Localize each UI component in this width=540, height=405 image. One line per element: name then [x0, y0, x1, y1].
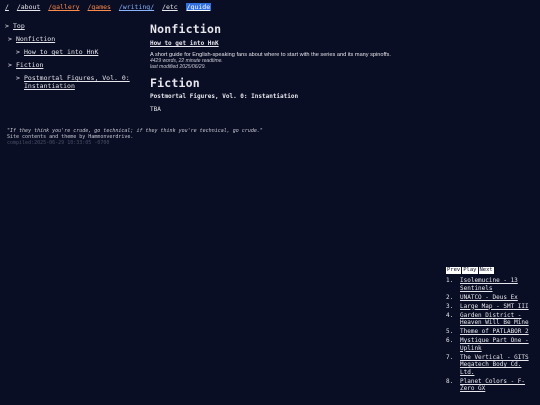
track-number: 6. [446, 337, 454, 344]
toc-item-fiction: > Fiction [8, 61, 145, 69]
track-number: 7. [446, 353, 454, 361]
track-number: 4. [446, 311, 454, 319]
nav-link-guide[interactable]: /guide [185, 3, 212, 11]
article-modified: last modified 2025/06/29. [150, 63, 206, 70]
track-number: 2. [446, 293, 454, 301]
toc-item-top: > Top [5, 22, 145, 30]
compile-timestamp: compiled:2025-06-29 10:33:05 -0700 [7, 140, 110, 146]
play-button[interactable]: Play [462, 267, 478, 274]
main-content: Nonfiction How to get into HnK A short g… [150, 22, 450, 114]
track-number: 8. [446, 377, 454, 385]
player-controls: Prev Play Next [446, 267, 538, 274]
nav-link-games[interactable]: /games [87, 3, 110, 11]
track-title[interactable]: UNATCO - Deus Ex [460, 294, 538, 302]
article-link-how-to[interactable]: How to get into HnK [150, 40, 450, 48]
toc-marker: > [16, 74, 20, 82]
track-number: 3. [446, 302, 454, 310]
nav-link-etc[interactable]: /etc [162, 3, 178, 11]
track-number: 1. [446, 277, 454, 284]
nav-link-writing[interactable]: /writing/ [119, 3, 154, 11]
fiction-title: Postmortal Figures, Vol. 0: Instantiatio… [150, 93, 299, 100]
prev-button[interactable]: Prev [446, 267, 462, 274]
track-title[interactable]: Large Map - SMT III [460, 303, 538, 311]
track-item[interactable]: 4. Garden District - Heaven Will Be Mine [446, 312, 538, 327]
track-title[interactable]: Theme of PATLABOR 2 [460, 328, 538, 336]
toc-marker: > [8, 35, 12, 43]
music-player: Prev Play Next 1. Isolemucine - 13 Senti… [446, 267, 538, 394]
fiction-heading: Fiction [150, 76, 200, 90]
track-list: 1. Isolemucine - 13 Sentinels 2. UNATCO … [446, 277, 538, 393]
next-button[interactable]: Next [478, 267, 494, 274]
track-title[interactable]: Isolemucine - 13 Sentinels [460, 277, 538, 292]
track-item[interactable]: 2. UNATCO - Deus Ex [446, 294, 538, 302]
track-title[interactable]: Mystique Part One - Uplink [460, 337, 538, 352]
toc-link-top[interactable]: Top [13, 22, 25, 30]
toc-marker: > [8, 61, 12, 69]
track-item[interactable]: 3. Large Map - SMT III [446, 303, 538, 311]
nav-link-gallery[interactable]: /gallery [48, 3, 79, 11]
track-title[interactable]: The Vertical - GITS Megatech Body Cd. Lt… [460, 354, 538, 377]
toc-marker: > [16, 48, 20, 56]
track-number: 5. [446, 328, 454, 335]
nav-link-about[interactable]: /about [17, 3, 40, 11]
table-of-contents: > Top > Nonfiction > How to get into HnK… [5, 22, 145, 95]
top-nav: / /about /gallery /games /writing/ /etc … [5, 3, 215, 12]
toc-item-nonfiction: > Nonfiction [8, 35, 145, 43]
toc-marker: > [5, 22, 9, 30]
track-item[interactable]: 7. The Vertical - GITS Megatech Body Cd.… [446, 354, 538, 377]
track-item[interactable]: 5. Theme of PATLABOR 2 [446, 328, 538, 336]
nav-link-root[interactable]: / [5, 3, 9, 11]
track-title[interactable]: Garden District - Heaven Will Be Mine [460, 312, 538, 327]
toc-link-how-to[interactable]: How to get into HnK [24, 48, 98, 56]
track-item[interactable]: 8. Planet Colors - F-Zero GX [446, 378, 538, 393]
fiction-status: TBA [150, 106, 161, 113]
nonfiction-heading: Nonfiction [150, 22, 222, 36]
track-title[interactable]: Planet Colors - F-Zero GX [460, 378, 538, 393]
toc-link-fiction[interactable]: Fiction [16, 61, 43, 69]
toc-item-how-to: > How to get into HnK [16, 48, 145, 56]
track-item[interactable]: 1. Isolemucine - 13 Sentinels [446, 277, 538, 292]
toc-link-postmortal[interactable]: Postmortal Figures, Vol. 0: Instantiatio… [24, 74, 145, 90]
site-footer-meta: "If they think you're crude, go technica… [7, 128, 307, 146]
toc-link-nonfiction[interactable]: Nonfiction [16, 35, 55, 43]
track-item[interactable]: 6. Mystique Part One - Uplink [446, 337, 538, 352]
toc-item-postmortal: > Postmortal Figures, Vol. 0: Instantiat… [16, 74, 145, 90]
